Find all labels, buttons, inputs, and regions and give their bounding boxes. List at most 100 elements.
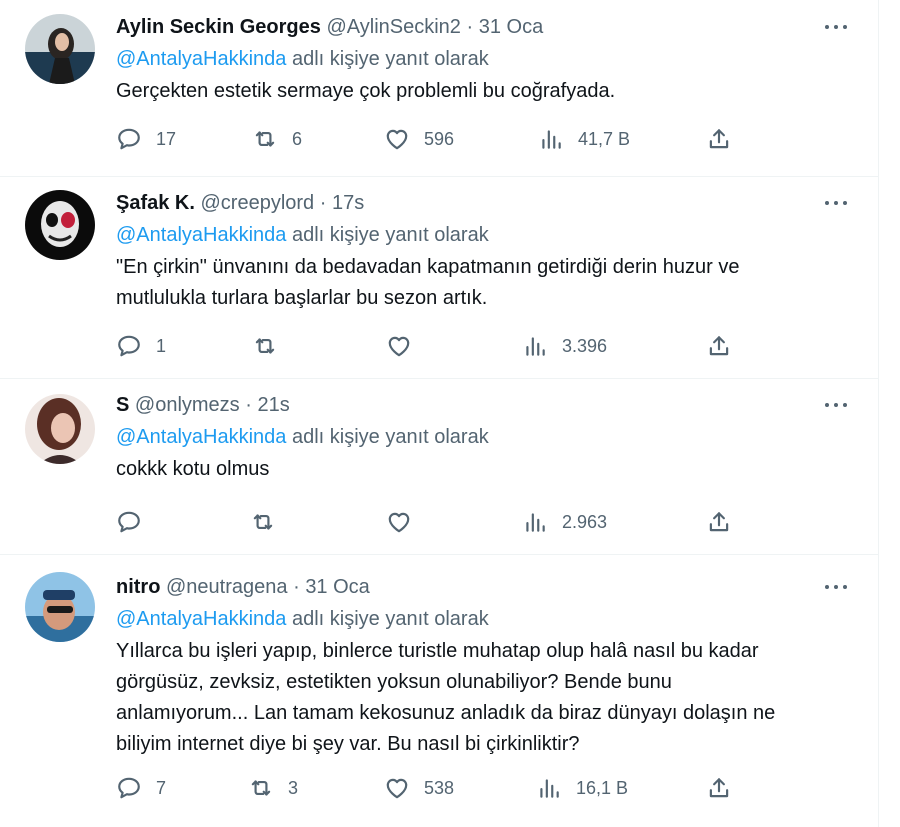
separator-dot: · <box>319 192 327 214</box>
timestamp[interactable]: 31 Oca <box>479 16 543 38</box>
tweet-header: S @onlymezs · 21s <box>116 392 848 418</box>
retweet-count: 6 <box>292 128 303 149</box>
more-icon[interactable] <box>819 394 853 416</box>
more-icon[interactable] <box>819 576 853 598</box>
views-count: 2.963 <box>562 511 608 532</box>
reply-mention-link[interactable]: @AntalyaHakkinda <box>116 48 286 70</box>
heart-icon <box>386 129 408 150</box>
tweet-text: Gerçekten estetik sermaye çok problemli … <box>116 76 848 107</box>
tweet-actions: 2.963 <box>116 507 756 537</box>
views-icon <box>542 130 561 149</box>
share-icon <box>709 129 729 149</box>
reply-context-label: adlı kişiye yanıt olarak <box>286 426 489 448</box>
heart-icon <box>388 336 410 357</box>
reply-icon <box>118 335 140 357</box>
views-count: 16,1 B <box>576 777 629 798</box>
share-button[interactable] <box>706 773 732 803</box>
retweet-count: 3 <box>288 777 299 798</box>
reply-button[interactable]: 7 <box>116 773 166 803</box>
reply-count: 17 <box>156 128 177 149</box>
reply-count: 1 <box>156 335 167 356</box>
tweet-text-line: "En çirkin" ünvanını da bedavadan kapatm… <box>116 256 740 278</box>
timestamp[interactable]: 17s <box>332 192 364 214</box>
like-button[interactable]: 596 <box>384 124 454 154</box>
reply-button[interactable]: 1 <box>116 331 166 361</box>
reply-context: @AntalyaHakkinda adlı kişiye yanıt olara… <box>116 221 848 249</box>
author-name[interactable]: S <box>116 394 129 416</box>
views-button[interactable]: 41,7 B <box>538 124 630 154</box>
tweet[interactable]: S @onlymezs · 21s @AntalyaHakkinda adlı … <box>0 378 878 555</box>
share-button[interactable] <box>706 331 732 361</box>
retweet-icon <box>255 131 275 147</box>
share-button[interactable] <box>706 507 732 537</box>
share-icon <box>709 336 729 356</box>
reply-mention-link[interactable]: @AntalyaHakkinda <box>116 608 286 630</box>
author-handle[interactable]: @onlymezs <box>135 394 240 416</box>
like-button[interactable]: 538 <box>384 773 454 803</box>
reply-context: @AntalyaHakkinda adlı kişiye yanıt olara… <box>116 45 848 73</box>
avatar[interactable] <box>25 14 95 84</box>
reply-mention-link[interactable]: @AntalyaHakkinda <box>116 426 286 448</box>
reply-count: 7 <box>156 777 167 798</box>
avatar[interactable] <box>25 394 95 464</box>
avatar[interactable] <box>25 572 95 642</box>
tweet-text: "En çirkin" ünvanını da bedavadan kapatm… <box>116 252 848 314</box>
reply-context-label: adlı kişiye yanıt olarak <box>286 608 489 630</box>
retweet-button[interactable]: 6 <box>252 124 302 154</box>
tweet-actions: 7 3 538 16,1 B <box>116 773 756 803</box>
tweet[interactable]: Aylin Seckin Georges @AylinSeckin2 · 31 … <box>0 0 878 177</box>
tweet-header: nitro @neutragena · 31 Oca <box>116 574 848 600</box>
tweet-text-line: mutlulukla turlara başlarlar bu sezon ar… <box>116 287 488 309</box>
views-button[interactable]: 16,1 B <box>536 773 628 803</box>
views-button[interactable]: 3.396 <box>522 331 607 361</box>
retweet-button[interactable] <box>252 331 292 361</box>
retweet-button[interactable] <box>250 507 290 537</box>
retweet-icon <box>253 514 273 530</box>
like-button[interactable] <box>386 507 426 537</box>
views-icon <box>526 337 545 356</box>
separator-dot: · <box>466 16 474 38</box>
reply-button[interactable] <box>116 507 156 537</box>
tweet-text-line: biliyim internet diye bi şey var. Bu nas… <box>116 733 580 755</box>
reply-context-label: adlı kişiye yanıt olarak <box>286 48 489 70</box>
reply-context: @AntalyaHakkinda adlı kişiye yanıt olara… <box>116 423 848 451</box>
share-icon <box>709 778 729 798</box>
author-name[interactable]: Şafak K. <box>116 192 195 214</box>
tweet-header: Şafak K. @creepylord · 17s <box>116 190 848 216</box>
timestamp[interactable]: 31 Oca <box>305 576 369 598</box>
separator-dot: · <box>293 576 300 598</box>
like-count: 596 <box>424 128 455 149</box>
tweet-text-line: cokkk kotu olmus <box>116 458 270 480</box>
reply-icon <box>118 511 140 533</box>
separator-dot: · <box>245 394 252 416</box>
author-handle[interactable]: @AylinSeckin2 <box>326 16 460 38</box>
more-icon[interactable] <box>819 192 853 214</box>
reply-context-label: adlı kişiye yanıt olarak <box>286 224 489 246</box>
views-count: 41,7 B <box>578 128 631 149</box>
tweet[interactable]: nitro @neutragena · 31 Oca @AntalyaHakki… <box>0 554 878 827</box>
reply-context: @AntalyaHakkinda adlı kişiye yanıt olara… <box>116 605 848 633</box>
retweet-icon <box>251 780 271 796</box>
tweet-text-line: Yıllarca bu işleri yapıp, binlerce turis… <box>116 640 759 662</box>
tweet-text-line: Gerçekten estetik sermaye çok problemli … <box>116 80 616 102</box>
tweet-actions: 1 3.396 <box>116 331 756 361</box>
avatar[interactable] <box>25 190 95 260</box>
tweet-text: cokkk kotu olmus <box>116 454 848 485</box>
timestamp[interactable]: 21s <box>257 394 289 416</box>
author-name[interactable]: nitro <box>116 576 160 598</box>
more-icon[interactable] <box>819 16 853 38</box>
reply-mention-link[interactable]: @AntalyaHakkinda <box>116 224 286 246</box>
author-name[interactable]: Aylin Seckin Georges <box>116 16 321 38</box>
retweet-icon <box>255 338 275 354</box>
like-button[interactable] <box>386 331 426 361</box>
views-button[interactable]: 2.963 <box>522 507 607 537</box>
share-icon <box>709 512 729 532</box>
author-handle[interactable]: @neutragena <box>166 576 288 598</box>
author-handle[interactable]: @creepylord <box>201 192 315 214</box>
share-button[interactable] <box>706 124 732 154</box>
tweet[interactable]: Şafak K. @creepylord · 17s @AntalyaHakki… <box>0 176 878 379</box>
tweet-text-line: anlamıyorum... Lan tamam kekosunuz anlad… <box>116 702 776 724</box>
retweet-button[interactable]: 3 <box>248 773 298 803</box>
reply-button[interactable]: 17 <box>116 124 176 154</box>
timeline: Aylin Seckin Georges @AylinSeckin2 · 31 … <box>0 0 879 827</box>
